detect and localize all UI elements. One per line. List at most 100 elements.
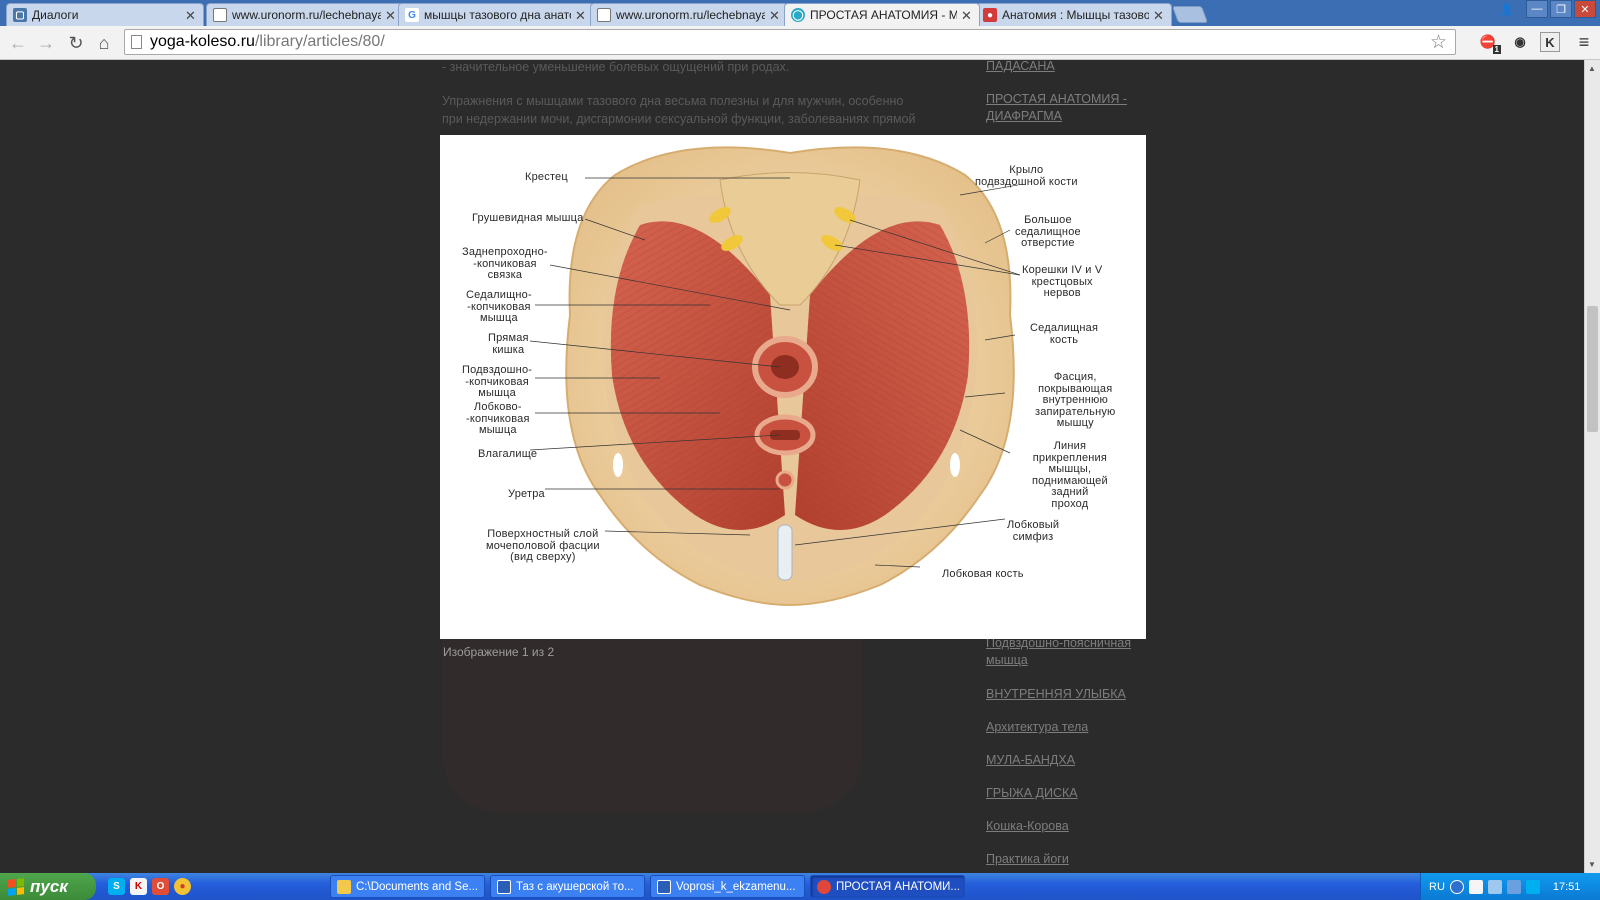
skype-icon[interactable]: S	[108, 878, 125, 895]
scroll-down-arrow-icon[interactable]: ▼	[1588, 860, 1596, 869]
site-icon: ●	[983, 8, 997, 22]
address-bar[interactable]: yoga-koleso.ru/library/articles/80/ ☆	[124, 29, 1456, 55]
page-icon	[131, 35, 142, 49]
label-ischium: Седалищная кость	[1030, 322, 1099, 346]
tray-arrow-icon[interactable]	[1449, 879, 1464, 894]
close-icon[interactable]: ✕	[961, 9, 973, 22]
article-line: Упражнения с мышцами тазового дна весьма…	[442, 94, 904, 108]
home-button[interactable]: ⌂	[90, 29, 118, 57]
label-ischiococcygeus: Седалищно- -копчиковая мышца	[466, 289, 532, 324]
close-window-button[interactable]: ✕	[1574, 0, 1596, 18]
sidebar-link[interactable]: ВНУТРЕННЯЯ УЛЫБКА	[986, 686, 1146, 703]
lightbox-caption: Изображение 1 из 2	[443, 645, 555, 659]
sidebar-link[interactable]: Подвздошно-поясничная мышца	[986, 635, 1146, 669]
article-paragraph: Упражнения с мышцами тазового дна весьма…	[442, 92, 942, 128]
page-scrollbar[interactable]: ▲ ▼	[1584, 60, 1600, 873]
adblock-extension-icon[interactable]: ⛔ 1	[1476, 30, 1501, 54]
network-icon[interactable]	[1487, 879, 1502, 894]
scroll-up-arrow-icon[interactable]: ▲	[1588, 64, 1596, 73]
k-extension-icon[interactable]: K	[1540, 32, 1560, 52]
opera-icon[interactable]: O	[152, 878, 169, 895]
google-icon: G	[405, 8, 419, 22]
browser-toolbar: ← → ↻ ⌂ yoga-koleso.ru/library/articles/…	[0, 26, 1600, 60]
label-superficial-urogenital-fascia: Поверхностный слой мочеполовой фасции (в…	[486, 528, 600, 563]
url-host: yoga-koleso.ru	[150, 33, 255, 50]
tab-dialogs[interactable]: ▢ Диалоги ✕	[6, 3, 204, 26]
label-anococcygeal-ligament: Заднепроходно- -копчиковая связка	[462, 246, 548, 281]
scrollbar-thumb[interactable]	[1587, 306, 1598, 432]
close-icon[interactable]: ✕	[385, 9, 397, 22]
sidebar-link[interactable]: Кошка-Корова	[986, 818, 1146, 835]
article-line: при недержании мочи, дисгармонии сексуал…	[442, 112, 916, 126]
page-icon	[213, 8, 227, 22]
close-icon[interactable]: ✕	[575, 9, 587, 22]
tab-title: www.uronorm.ru/lechebnaya	[616, 8, 765, 22]
word-icon	[497, 879, 511, 894]
skype-tray-icon[interactable]	[1525, 879, 1540, 894]
label-pubic-symphysis: Лобковый симфиз	[1007, 519, 1060, 543]
task-explorer[interactable]: C:\Documents and Se...	[330, 875, 485, 898]
close-icon[interactable]: ✕	[185, 9, 197, 22]
reload-button[interactable]: ↻	[62, 29, 90, 57]
chrome-icon[interactable]: ●	[174, 878, 191, 895]
user-icon[interactable]: 👤	[1496, 0, 1518, 18]
label-pubococcygeus: Лобково- -копчиковая мышца	[466, 401, 530, 436]
tab-title: Анатомия : Мышцы тазово	[1002, 8, 1149, 22]
task-label: Таз с акушерской то...	[516, 880, 634, 893]
chrome-icon	[817, 879, 831, 894]
tab-title: Диалоги	[32, 8, 79, 22]
folder-icon	[337, 879, 351, 894]
lightbox-image[interactable]: Крестец Крыло подвздошной кости Грушевид…	[440, 135, 1146, 639]
sidebar-link[interactable]: ГРЫЖА ДИСКА	[986, 785, 1146, 802]
article-paragraph: - значительное уменьшение болевых ощущен…	[442, 60, 790, 74]
language-indicator[interactable]: RU	[1429, 881, 1445, 893]
tab-title: мышцы тазового дна анато	[424, 8, 571, 22]
label-iliac-wing: Крыло подвздошной кости	[975, 164, 1078, 188]
forward-button[interactable]: →	[32, 29, 60, 57]
restore-button[interactable]: ❐	[1550, 0, 1572, 18]
sidebar-link[interactable]: ПРОСТАЯ АНАТОМИЯ - ДИАФРАГМА	[986, 91, 1146, 125]
task-chrome-window[interactable]: ПРОСТАЯ АНАТОМИ...	[810, 875, 965, 898]
tab-uronorm-2[interactable]: www.uronorm.ru/lechebnaya ✕	[590, 3, 788, 26]
close-icon[interactable]: ✕	[769, 9, 781, 22]
new-tab-button[interactable]	[1171, 6, 1209, 23]
task-word-document-2[interactable]: Voprosi_k_ekzamenu...	[650, 875, 805, 898]
sidebar-link[interactable]: МУЛА-БАНДХА	[986, 752, 1146, 769]
chat-icon: ▢	[13, 8, 27, 22]
site-icon: ◯	[791, 8, 805, 22]
close-icon[interactable]: ✕	[1153, 9, 1165, 22]
label-piriformis: Грушевидная мышца	[472, 212, 584, 224]
article-image-background	[442, 635, 862, 813]
back-button[interactable]: ←	[4, 29, 32, 57]
word-icon	[657, 879, 671, 894]
tab-uronorm-1[interactable]: www.uronorm.ru/lechebnaya ✕	[206, 3, 404, 26]
antivirus-tray-icon[interactable]	[1468, 879, 1483, 894]
task-word-document-1[interactable]: Таз с акушерской то...	[490, 875, 645, 898]
tab-google-search[interactable]: G мышцы тазового дна анато ✕	[398, 3, 594, 26]
display-icon[interactable]	[1506, 879, 1521, 894]
sidebar-link[interactable]: Практика йоги	[986, 851, 1146, 868]
sidebar-link[interactable]: Архитектура тела	[986, 719, 1146, 736]
start-label: пуск	[30, 876, 68, 896]
label-levator-ani-line: Линия прикрепления мышцы, поднимающей за…	[1032, 440, 1108, 510]
minimize-button[interactable]: —	[1526, 0, 1548, 18]
system-tray: RU 17:51	[1420, 873, 1600, 900]
extension-badge: 1	[1492, 45, 1501, 54]
label-pubic-bone: Лобковая кость	[942, 568, 1024, 580]
task-label: ПРОСТАЯ АНАТОМИ...	[836, 880, 960, 893]
tab-prostaya-anatomiya[interactable]: ◯ ПРОСТАЯ АНАТОМИЯ - МЫШ ✕	[784, 3, 980, 26]
label-sacrum: Крестец	[525, 171, 568, 183]
sidebar-link[interactable]: ПАДАСАНА	[986, 60, 1146, 75]
label-vagina: Влагалище	[478, 448, 538, 460]
panda-extension-icon[interactable]: ◉	[1508, 30, 1532, 54]
bookmark-star-icon[interactable]: ☆	[1430, 31, 1447, 54]
article-body: - значительное уменьшение болевых ощущен…	[442, 60, 942, 128]
label-urethra: Уретра	[508, 488, 545, 500]
antivirus-icon[interactable]: K	[130, 878, 147, 895]
start-button[interactable]: пуск	[0, 873, 96, 900]
window-controls: 👤 — ❐ ✕	[1496, 0, 1596, 18]
menu-icon[interactable]: ≡	[1572, 30, 1596, 54]
clock[interactable]: 17:51	[1553, 881, 1581, 893]
label-iliococcygeus: Подвздошно- -копчиковая мышца	[462, 364, 533, 399]
tab-anatomiya-pelvis[interactable]: ● Анатомия : Мышцы тазово ✕	[976, 3, 1172, 26]
